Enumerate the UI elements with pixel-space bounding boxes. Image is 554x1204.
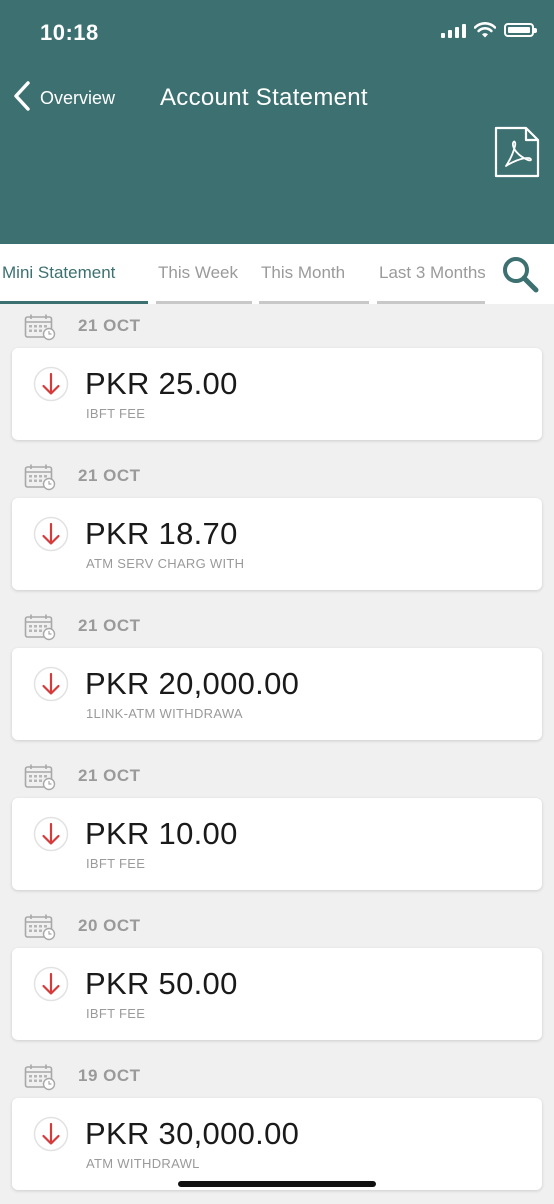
debit-arrow-icon — [33, 666, 69, 702]
app-header: 10:18 Overview Account Statement — [0, 0, 554, 244]
debit-arrow-icon — [33, 366, 69, 402]
transaction-amount: PKR 10.00 — [85, 816, 238, 851]
debit-arrow-icon — [33, 516, 69, 552]
home-indicator[interactable] — [178, 1181, 376, 1187]
period-tabs: Mini Statement This Week This Month Last… — [0, 244, 554, 304]
transaction-card[interactable]: PKR 25.00 IBFT FEE — [12, 348, 542, 440]
pdf-export-icon[interactable] — [494, 126, 540, 178]
debit-arrow-icon — [33, 966, 69, 1002]
back-button[interactable]: Overview — [12, 80, 115, 112]
date-header: 21 OCT — [0, 304, 554, 348]
date-header: 19 OCT — [0, 1054, 554, 1098]
transaction-card[interactable]: PKR 18.70 ATM SERV CHARG WITH — [12, 498, 542, 590]
calendar-icon — [24, 314, 56, 341]
transaction-date: 21 OCT — [78, 616, 141, 635]
calendar-icon — [24, 464, 56, 491]
transaction-card[interactable]: PKR 20,000.00 1LINK-ATM WITHDRAWA — [12, 648, 542, 740]
transaction-date: 21 OCT — [78, 466, 141, 485]
transaction-date: 21 OCT — [78, 766, 141, 785]
tab-last-3-months[interactable]: Last 3 Months — [377, 244, 485, 304]
calendar-icon — [24, 764, 56, 791]
tab-mini-statement[interactable]: Mini Statement — [0, 244, 148, 304]
transaction-card[interactable]: PKR 10.00 IBFT FEE — [12, 798, 542, 890]
debit-arrow-icon — [33, 816, 69, 852]
debit-arrow-icon — [33, 1116, 69, 1152]
back-label: Overview — [40, 87, 116, 108]
page-title: Account Statement — [160, 84, 368, 111]
date-header: 21 OCT — [0, 454, 554, 498]
transaction-date: 21 OCT — [78, 316, 141, 335]
wifi-icon — [474, 22, 496, 38]
tab-this-week[interactable]: This Week — [156, 244, 252, 304]
chevron-left-icon — [14, 81, 30, 111]
transaction-amount: PKR 25.00 — [85, 366, 238, 401]
search-icon[interactable] — [500, 254, 540, 294]
transaction-description: IBFT FEE — [86, 1006, 146, 1021]
transaction-description: 1LINK-ATM WITHDRAWA — [86, 706, 243, 721]
tab-this-month[interactable]: This Month — [259, 244, 369, 304]
transaction-description: ATM WITHDRAWL — [86, 1156, 200, 1171]
transaction-amount: PKR 20,000.00 — [85, 666, 300, 701]
transaction-date: 20 OCT — [78, 916, 141, 935]
transaction-amount: PKR 18.70 — [85, 516, 238, 551]
transaction-card[interactable]: PKR 30,000.00 ATM WITHDRAWL — [12, 1098, 542, 1190]
calendar-icon — [24, 614, 56, 641]
transaction-description: IBFT FEE — [86, 406, 146, 421]
status-time: 10:18 — [40, 20, 99, 45]
transaction-card[interactable]: PKR 50.00 IBFT FEE — [12, 948, 542, 1040]
date-header: 21 OCT — [0, 604, 554, 648]
transaction-date: 19 OCT — [78, 1066, 141, 1085]
status-icons — [441, 22, 537, 38]
transaction-list: 21 OCT PKR 25.00 IBFT FEE 21 OCT PKR 18.… — [0, 304, 554, 1204]
date-header: 20 OCT — [0, 904, 554, 948]
transaction-description: ATM SERV CHARG WITH — [86, 556, 245, 571]
transaction-amount: PKR 30,000.00 — [85, 1116, 300, 1151]
transaction-amount: PKR 50.00 — [85, 966, 238, 1001]
calendar-icon — [24, 1064, 56, 1091]
calendar-icon — [24, 914, 56, 941]
date-header: 21 OCT — [0, 754, 554, 798]
signal-icon — [441, 22, 466, 38]
battery-icon — [504, 23, 537, 37]
transaction-description: IBFT FEE — [86, 856, 146, 871]
